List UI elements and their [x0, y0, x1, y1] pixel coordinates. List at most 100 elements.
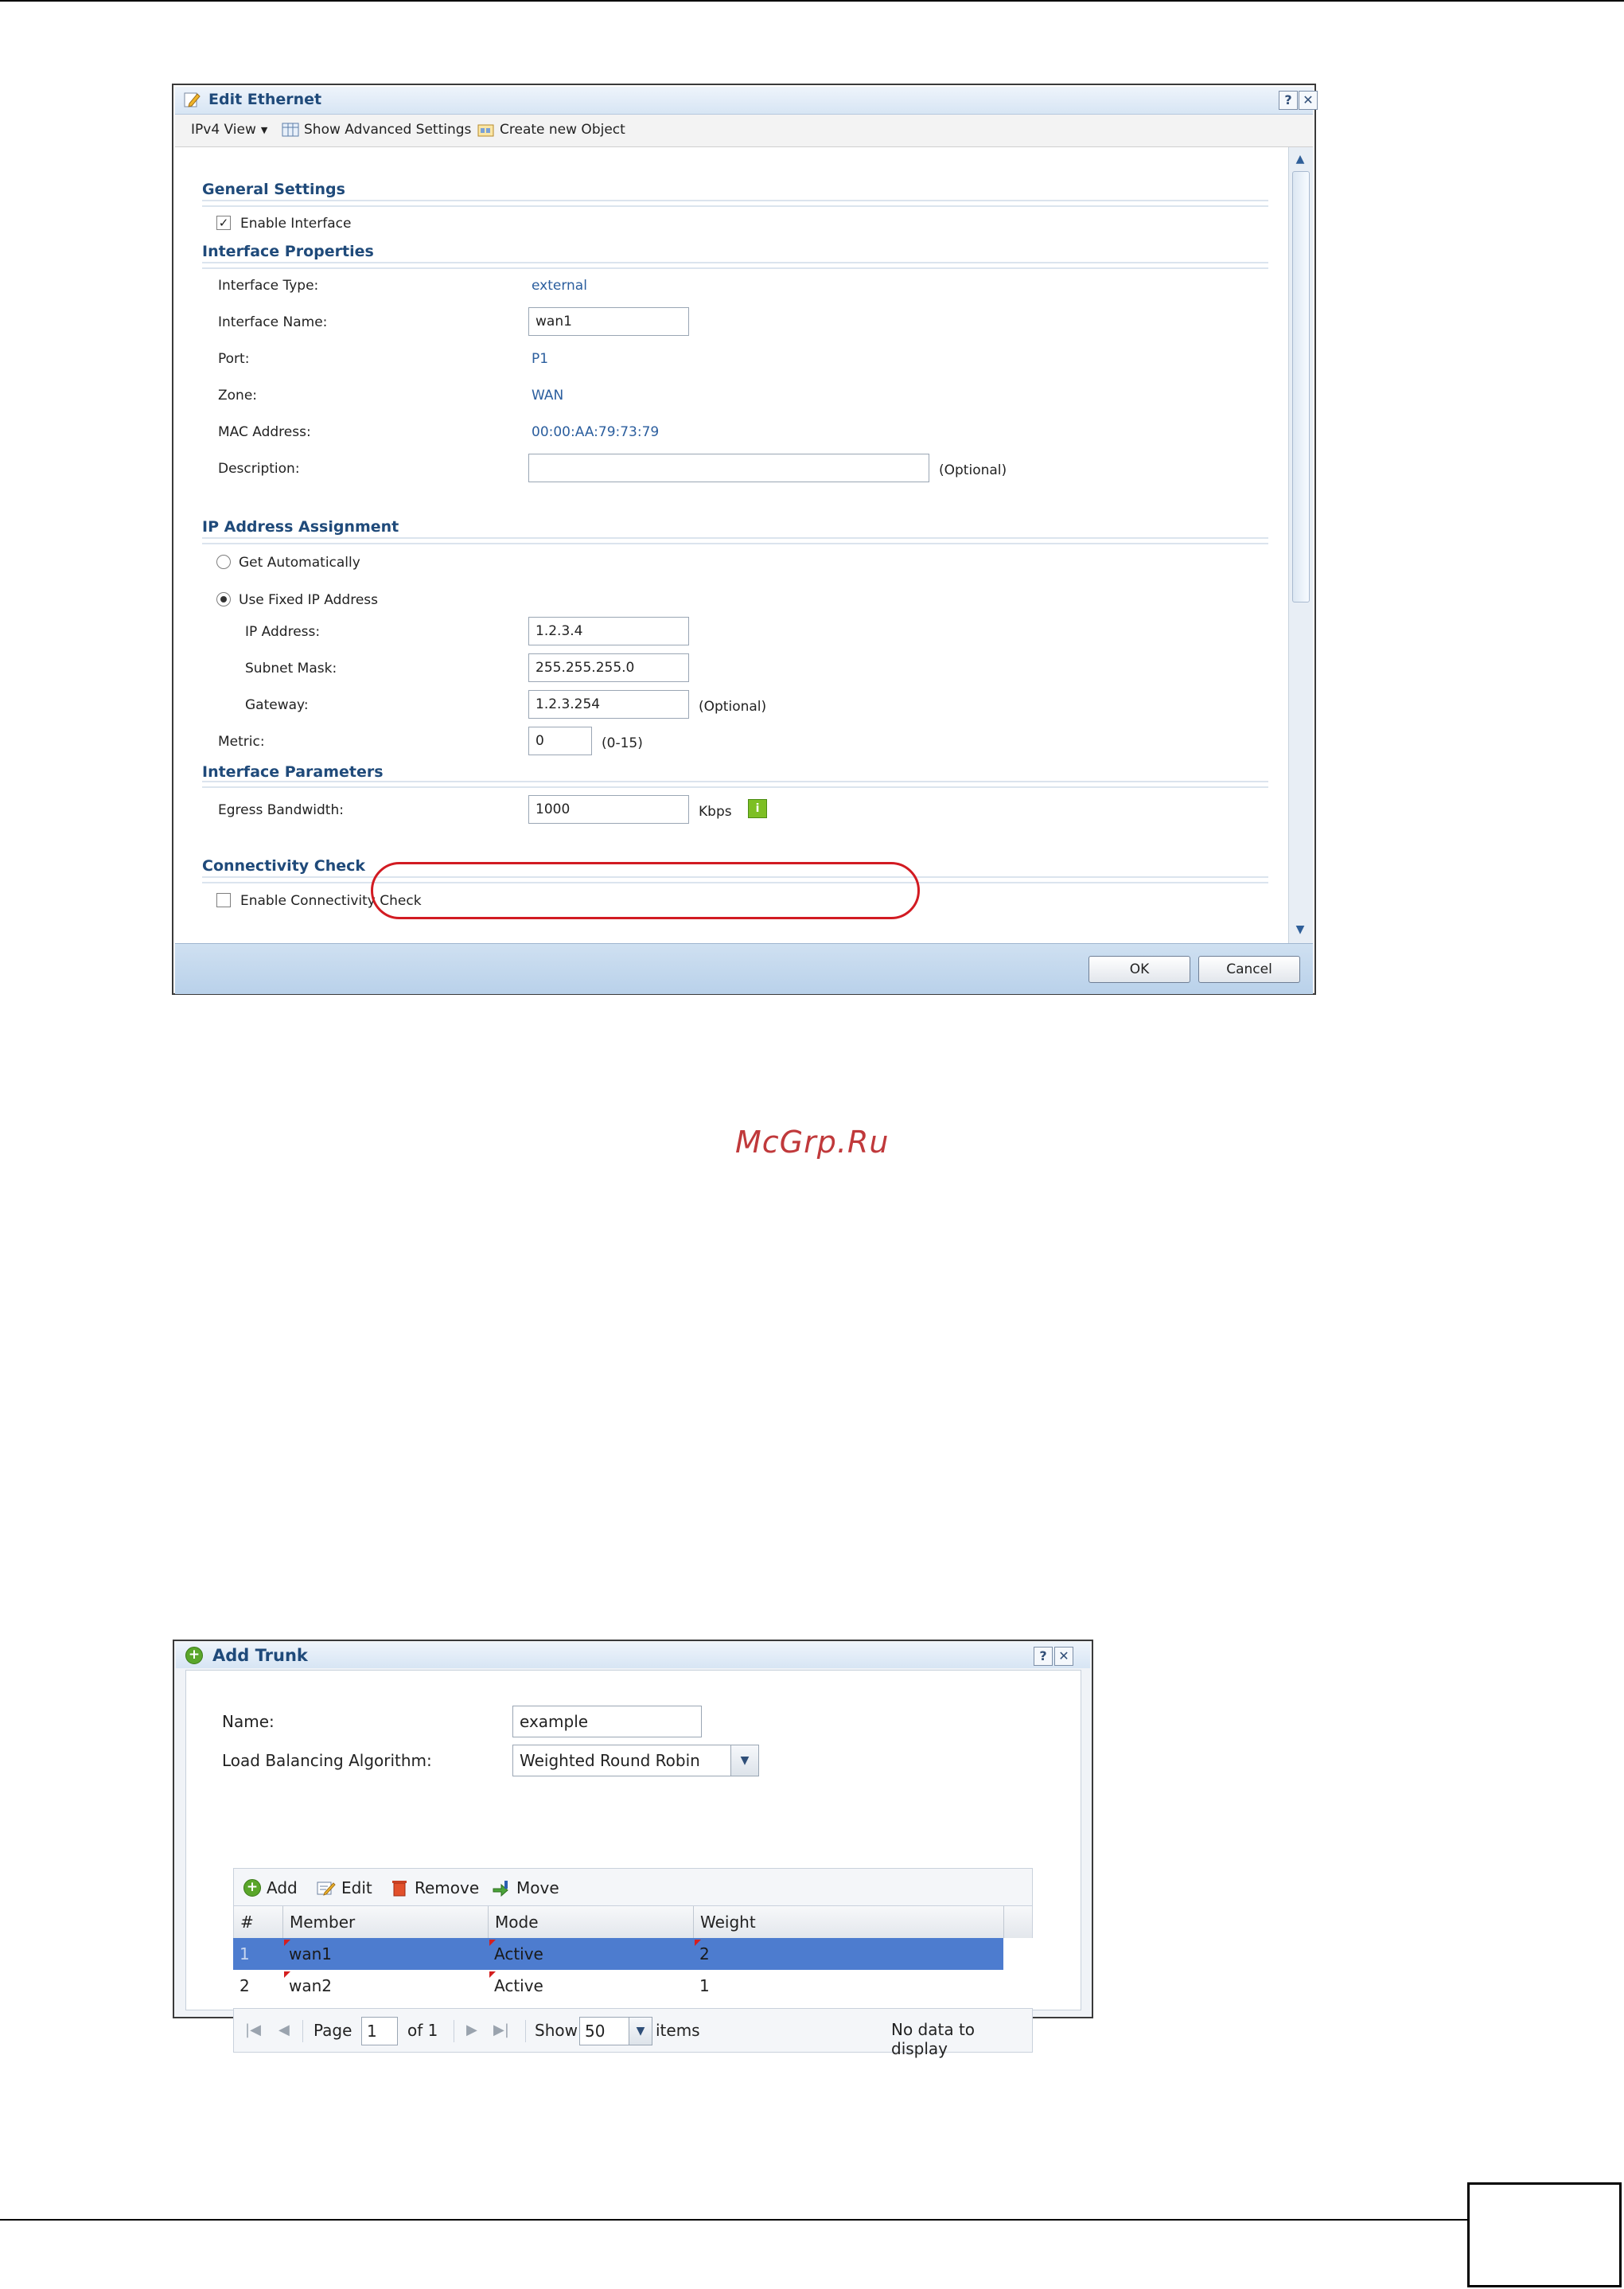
create-object-button[interactable]: Create new Object — [477, 122, 625, 138]
chevron-down-icon[interactable]: ▼ — [730, 1745, 758, 1776]
move-label: Move — [516, 1878, 559, 1897]
page-size-select[interactable]: 50 ▼ — [579, 2017, 652, 2045]
use-fixed-ip-radio[interactable] — [216, 592, 231, 606]
info-icon[interactable]: i — [748, 799, 767, 818]
top-rule — [0, 0, 1624, 2]
pager-status: No data to display — [891, 2020, 976, 2058]
get-automatically-label: Get Automatically — [239, 555, 360, 571]
algorithm-label: Load Balancing Algorithm: — [222, 1751, 432, 1770]
column-header-mode[interactable]: Mode — [489, 1906, 694, 1938]
page-number-box — [1467, 2182, 1622, 2287]
scroll-down-icon[interactable]: ▼ — [1292, 921, 1308, 938]
column-header-member[interactable]: Member — [283, 1906, 489, 1938]
description-label: Description: — [218, 461, 300, 477]
scrollbar-thumb[interactable] — [1292, 171, 1310, 602]
next-page-icon[interactable]: ▶ — [466, 2022, 477, 2038]
dialog-title: Add Trunk — [212, 1646, 308, 1665]
interface-type-label: Interface Type: — [218, 278, 319, 294]
row-mode: Active — [494, 1976, 543, 1995]
show-advanced-button[interactable]: Show Advanced Settings — [282, 122, 471, 138]
scroll-up-icon[interactable]: ▲ — [1292, 150, 1308, 168]
grid-header: # Member Mode Weight — [233, 1906, 1033, 1938]
row-number: 2 — [240, 1976, 250, 1995]
column-header-weight[interactable]: Weight — [694, 1906, 1004, 1938]
edit-pencil-icon — [184, 92, 201, 107]
section-divider — [202, 781, 1268, 788]
create-object-label: Create new Object — [500, 122, 625, 138]
port-label: Port: — [218, 351, 250, 367]
watermark-text: McGrp.Ru — [735, 1125, 890, 1160]
edit-button[interactable]: Edit — [317, 1878, 372, 1897]
port-value: P1 — [532, 351, 549, 367]
add-label: Add — [267, 1878, 298, 1897]
help-icon[interactable]: ? — [1279, 91, 1298, 110]
ok-button[interactable]: OK — [1089, 956, 1190, 983]
edit-icon — [317, 1882, 336, 1896]
move-button[interactable]: Move — [492, 1878, 559, 1897]
dialog-toolbar: IPv4 View ▼ Show Advanced Settings Creat… — [175, 115, 1313, 147]
add-icon: + — [243, 1879, 261, 1897]
egress-bandwidth-highlight — [371, 862, 920, 919]
trash-icon — [392, 1881, 407, 1897]
close-icon[interactable]: ✕ — [1299, 91, 1318, 110]
section-divider — [202, 200, 1268, 207]
row-weight: 1 — [699, 1976, 710, 1995]
dialog-footer: OK Cancel — [175, 943, 1313, 994]
close-icon[interactable]: ✕ — [1054, 1647, 1073, 1666]
interface-type-value: external — [532, 278, 587, 294]
metric-input[interactable]: 0 — [528, 727, 592, 755]
grid-pager: |◀ ◀ Page 1 of 1 ▶ ▶| Show 50 ▼ items No… — [233, 2008, 1033, 2058]
edit-label: Edit — [341, 1878, 372, 1897]
dialog-title: Edit Ethernet — [208, 91, 322, 108]
subnet-mask-input[interactable]: 255.255.255.0 — [528, 653, 689, 682]
table-row[interactable]: 2 wan2 Active 1 — [233, 1970, 1003, 2002]
ipv4-view-label: IPv4 View — [191, 122, 256, 138]
dialog-titlebar: Edit Ethernet ? ✕ — [175, 87, 1318, 115]
get-automatically-radio[interactable] — [216, 555, 231, 569]
ip-address-input[interactable]: 1.2.3.4 — [528, 617, 689, 645]
help-icon[interactable]: ? — [1034, 1647, 1053, 1666]
description-input[interactable] — [528, 454, 929, 482]
remove-button[interactable]: Remove — [390, 1878, 479, 1897]
enable-interface-label: Enable Interface — [240, 216, 352, 232]
ip-assignment-heading: IP Address Assignment — [202, 518, 399, 536]
general-settings-heading: General Settings — [202, 181, 345, 198]
use-fixed-ip-label: Use Fixed IP Address — [239, 592, 378, 608]
table-row[interactable]: 1 wan1 Active 2 — [233, 1938, 1003, 1970]
previous-page-icon[interactable]: ◀ — [278, 2022, 290, 2038]
ip-address-label: IP Address: — [245, 624, 321, 640]
connectivity-check-heading: Connectivity Check — [202, 857, 366, 875]
gateway-optional-hint: (Optional) — [699, 699, 767, 715]
last-page-icon[interactable]: ▶| — [493, 2022, 509, 2038]
chevron-down-icon[interactable]: ▼ — [629, 2018, 652, 2045]
egress-bandwidth-input[interactable]: 1000 — [528, 795, 689, 824]
remove-label: Remove — [415, 1878, 480, 1897]
edit-ethernet-dialog: Edit Ethernet ? ✕ IPv4 View ▼ Show Advan… — [172, 84, 1318, 995]
egress-unit-label: Kbps — [699, 804, 732, 820]
row-mode: Active — [494, 1944, 543, 1963]
enable-connectivity-checkbox[interactable] — [216, 893, 231, 907]
member-grid: + Add Edit Remove Move # Member Mode Wei… — [233, 1868, 1033, 2058]
algorithm-select[interactable]: Weighted Round Robin ▼ — [512, 1745, 759, 1776]
ipv4-view-menu[interactable]: IPv4 View ▼ — [191, 122, 267, 138]
add-button[interactable]: + Add — [243, 1878, 298, 1897]
row-weight: 2 — [699, 1944, 710, 1963]
interface-name-input[interactable]: wan1 — [528, 307, 689, 336]
vertical-scrollbar[interactable]: ▲ ▼ — [1288, 147, 1313, 943]
new-object-icon — [477, 124, 494, 137]
page-size-value: 50 — [585, 2022, 606, 2041]
show-label: Show — [535, 2021, 578, 2040]
cancel-button[interactable]: Cancel — [1198, 956, 1300, 983]
page-number-input[interactable]: 1 — [361, 2017, 398, 2045]
trunk-name-input[interactable]: example — [512, 1706, 702, 1737]
dialog-titlebar: + Add Trunk ? ✕ — [176, 1643, 1090, 1668]
first-page-icon[interactable]: |◀ — [245, 2022, 261, 2038]
zone-value: WAN — [532, 388, 564, 404]
metric-label: Metric: — [218, 734, 265, 750]
gateway-input[interactable]: 1.2.3.254 — [528, 690, 689, 719]
trunk-name-label: Name: — [222, 1712, 275, 1731]
table-icon — [282, 123, 299, 137]
egress-bandwidth-label: Egress Bandwidth: — [218, 802, 344, 818]
enable-interface-checkbox[interactable]: ✓ — [216, 216, 231, 230]
column-header-number[interactable]: # — [234, 1906, 283, 1938]
